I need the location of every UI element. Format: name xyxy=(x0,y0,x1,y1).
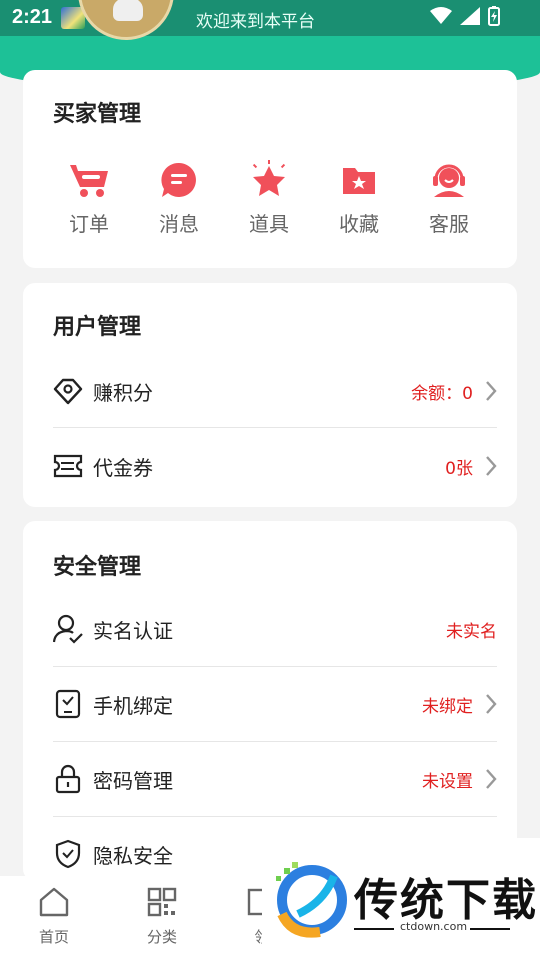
tab-label: 首页 xyxy=(38,928,69,946)
tool-orders[interactable]: 订单 xyxy=(54,158,124,237)
tab-category[interactable]: 分类 xyxy=(122,886,202,947)
row-real-name[interactable]: 实名认证 未实名 xyxy=(53,603,497,655)
divider xyxy=(354,928,394,930)
tool-label: 消息 xyxy=(159,212,199,236)
folder-star-icon xyxy=(343,168,375,194)
phone-check-icon xyxy=(55,689,81,719)
password-status: 未设置 xyxy=(422,771,473,792)
user-management-title: 用户管理 xyxy=(53,315,142,340)
security-management-card: 安全管理 实名认证 未实名 手机绑定 未绑定 密码管理 未设置 隐私安全 xyxy=(23,521,517,881)
shield-check-icon xyxy=(55,839,81,869)
balance-value: 余额：0 xyxy=(411,383,473,404)
watermark-logo-icon xyxy=(276,862,347,938)
battery-icon xyxy=(488,6,500,26)
row-label: 手机绑定 xyxy=(93,693,173,718)
divider xyxy=(53,816,497,817)
voucher-count: 0张 xyxy=(445,458,473,479)
tab-label: 分类 xyxy=(146,928,177,946)
home-icon xyxy=(39,887,69,917)
security-management-title: 安全管理 xyxy=(53,555,142,580)
signal-icon xyxy=(460,7,480,25)
phone-binding-status: 未绑定 xyxy=(422,696,473,717)
row-label: 代金券 xyxy=(93,455,153,480)
chevron-right-icon xyxy=(486,694,497,714)
status-time: 2:21 xyxy=(12,6,53,28)
row-label: 密码管理 xyxy=(93,768,173,793)
message-icon xyxy=(161,162,196,197)
watermark: 传统下载 ctdown.com xyxy=(262,838,540,960)
tool-customer-service[interactable]: 客服 xyxy=(414,158,484,237)
ticket-icon xyxy=(53,454,83,478)
chevron-right-icon xyxy=(486,456,497,476)
row-label: 赚积分 xyxy=(93,380,153,405)
row-password-management[interactable]: 密码管理 未设置 xyxy=(53,753,497,805)
tool-label: 道具 xyxy=(249,212,289,236)
grid-icon xyxy=(147,887,177,917)
user-check-icon xyxy=(53,614,83,644)
tool-label: 订单 xyxy=(69,212,109,236)
tool-favorites[interactable]: 收藏 xyxy=(324,158,394,237)
tab-home[interactable]: 首页 xyxy=(14,886,94,947)
real-name-status: 未实名 xyxy=(446,621,497,642)
watermark-text: 传统下载 xyxy=(354,875,538,926)
watermark-url: ctdown.com xyxy=(400,920,468,933)
divider xyxy=(53,666,497,667)
star-icon xyxy=(252,160,286,196)
row-earn-points[interactable]: 赚积分 余额：0 xyxy=(53,365,497,417)
tool-label: 收藏 xyxy=(339,212,379,236)
cart-icon xyxy=(70,165,108,197)
tool-messages[interactable]: 消息 xyxy=(144,158,214,237)
divider xyxy=(470,928,510,930)
user-management-card: 用户管理 赚积分 余额：0 代金券 0张 xyxy=(23,283,517,507)
row-phone-binding[interactable]: 手机绑定 未绑定 xyxy=(53,678,497,730)
diamond-icon xyxy=(53,378,83,405)
chevron-right-icon xyxy=(486,769,497,789)
headset-icon xyxy=(433,164,465,197)
tool-label: 客服 xyxy=(429,212,469,236)
tool-props[interactable]: 道具 xyxy=(234,158,304,237)
row-vouchers[interactable]: 代金券 0张 xyxy=(53,440,497,492)
buyer-management-card: 买家管理 订单 消息 道具 收藏 客服 xyxy=(23,70,517,268)
divider xyxy=(53,427,497,428)
buyer-management-title: 买家管理 xyxy=(53,102,142,127)
welcome-text: 欢迎来到本平台 xyxy=(196,12,315,32)
lock-icon xyxy=(55,764,81,794)
wifi-icon xyxy=(430,7,452,24)
row-label: 实名认证 xyxy=(93,618,173,643)
chevron-right-icon xyxy=(486,381,497,401)
divider xyxy=(53,741,497,742)
